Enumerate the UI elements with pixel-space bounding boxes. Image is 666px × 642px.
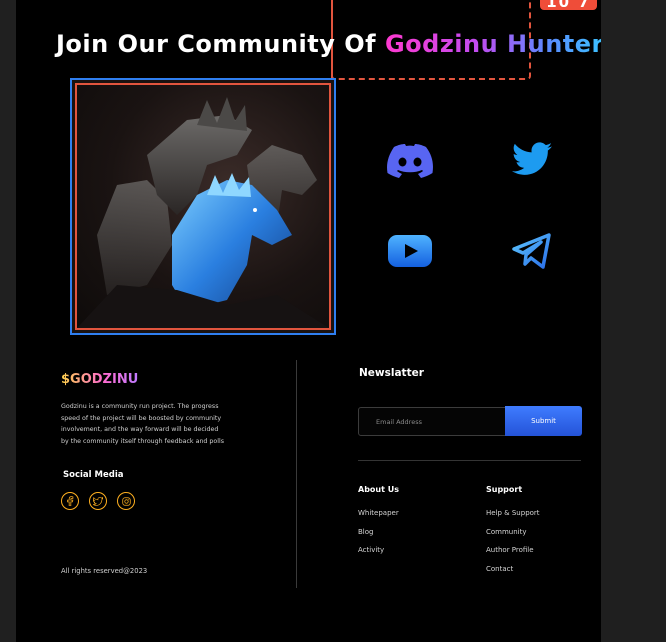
artwork-image <box>75 83 331 330</box>
godzinu-artwork <box>70 78 336 335</box>
page-title: Join Our Community Of Godzinu Hunters <box>56 30 601 58</box>
submit-button[interactable]: Submit <box>505 406 582 436</box>
link-community[interactable]: Community <box>486 528 540 547</box>
social-media-heading: Social Media <box>63 470 124 480</box>
facebook-icon[interactable] <box>61 492 79 510</box>
footer-about-text: Godzinu is a community run project. The … <box>61 403 225 445</box>
youtube-icon[interactable] <box>388 235 432 271</box>
link-whitepaper[interactable]: Whitepaper <box>358 509 399 528</box>
background-margin <box>601 0 666 642</box>
email-field-wrapper <box>358 407 506 436</box>
title-prefix: Join Our Community Of <box>56 30 385 58</box>
footer-social-links <box>61 492 135 510</box>
link-author-profile[interactable]: Author Profile <box>486 546 540 565</box>
page: 10 7 Join Our Community Of Godzinu Hunte… <box>16 0 601 642</box>
discord-icon[interactable] <box>387 144 433 182</box>
dragon-illustration <box>77 97 329 328</box>
link-help-support[interactable]: Help & Support <box>486 509 540 528</box>
link-activity[interactable]: Activity <box>358 546 399 565</box>
copyright-text: All rights reserved@2023 <box>61 567 148 575</box>
link-blog[interactable]: Blog <box>358 528 399 547</box>
newsletter-divider <box>358 460 581 461</box>
footer-brand-logo[interactable]: $GODZINU <box>61 372 138 387</box>
title-highlight: Godzinu Hunters <box>385 30 601 58</box>
about-us-links: Whitepaper Blog Activity <box>358 509 399 565</box>
support-links: Help & Support Community Author Profile … <box>486 509 540 583</box>
support-heading: Support <box>486 485 523 494</box>
corner-badge: 10 7 <box>540 0 597 11</box>
email-field[interactable] <box>359 408 505 435</box>
about-us-heading: About Us <box>358 485 399 494</box>
twitter-icon[interactable] <box>89 492 107 510</box>
instagram-icon[interactable] <box>117 492 135 510</box>
telegram-icon[interactable] <box>512 233 552 273</box>
link-contact[interactable]: Contact <box>486 565 540 584</box>
footer-divider <box>296 360 297 588</box>
newsletter-title: Newslatter <box>359 367 424 379</box>
twitter-icon[interactable] <box>512 142 552 180</box>
